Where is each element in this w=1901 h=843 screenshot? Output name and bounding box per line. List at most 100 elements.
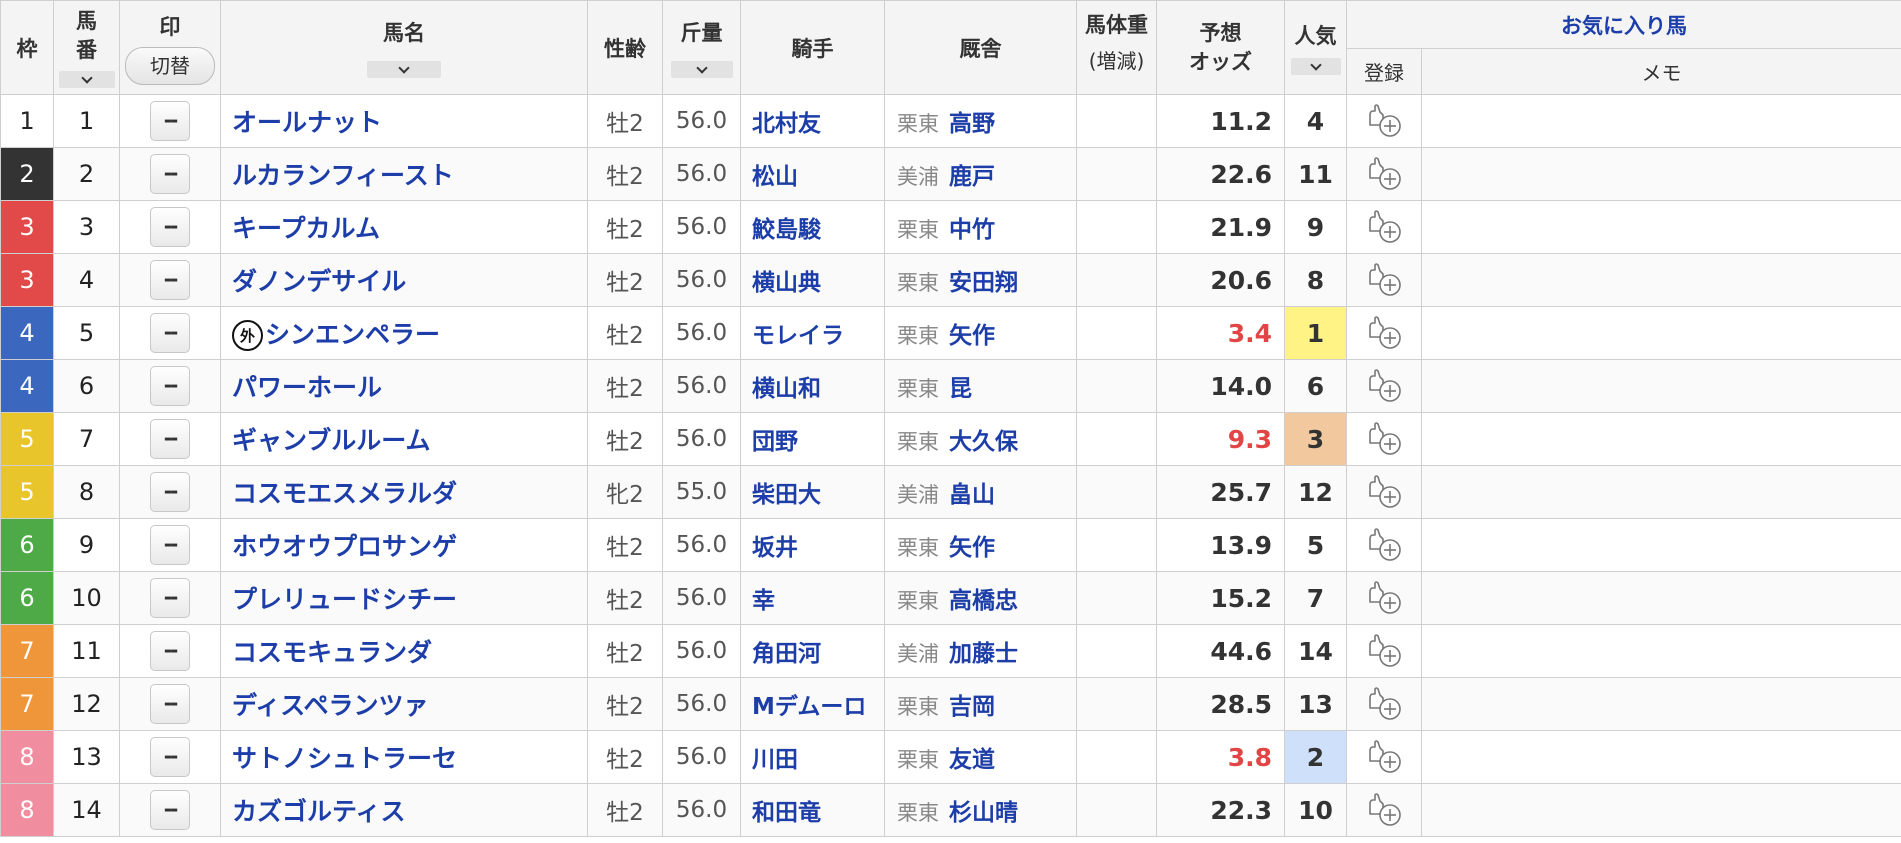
register-cell[interactable] xyxy=(1346,518,1422,572)
register-cell[interactable] xyxy=(1346,624,1422,678)
favorite-add-icon[interactable] xyxy=(1364,209,1404,245)
trainer-link[interactable]: 杉山晴 xyxy=(949,800,1018,826)
favorite-add-icon[interactable] xyxy=(1364,792,1404,828)
mark-select-button[interactable]: -- xyxy=(150,790,190,830)
trainer-link[interactable]: 高橋忠 xyxy=(949,588,1018,614)
horse-name-link[interactable]: ホウオウプロサンゲ xyxy=(232,532,457,561)
mark-select-button[interactable]: -- xyxy=(150,737,190,777)
favorite-add-icon[interactable] xyxy=(1364,103,1404,139)
trainer-link[interactable]: 畠山 xyxy=(949,482,995,508)
mark-select-button[interactable]: -- xyxy=(150,525,190,565)
jockey-link[interactable]: 鮫島駿 xyxy=(752,217,821,243)
mark-select-button[interactable]: -- xyxy=(150,101,190,141)
jockey-link[interactable]: 坂井 xyxy=(752,535,798,561)
jockey-link[interactable]: 和田竜 xyxy=(752,800,821,826)
header-favorite[interactable]: お気に入り馬 xyxy=(1346,0,1901,49)
header-weight[interactable]: 斤量 xyxy=(662,0,741,95)
horse-name-link[interactable]: カズゴルティス xyxy=(232,797,406,826)
favorite-add-icon[interactable] xyxy=(1364,739,1404,775)
trainer-link[interactable]: 大久保 xyxy=(949,429,1018,455)
jockey-link[interactable]: モレイラ xyxy=(752,323,844,349)
register-cell[interactable] xyxy=(1346,253,1422,307)
mark-select-button[interactable]: -- xyxy=(150,578,190,618)
register-cell[interactable] xyxy=(1346,147,1422,201)
jockey-link[interactable]: 柴田大 xyxy=(752,482,821,508)
horse-name-link[interactable]: キープカルム xyxy=(232,214,380,243)
horse-name-link[interactable]: シンエンペラー xyxy=(265,320,440,349)
jockey-link[interactable]: 横山和 xyxy=(752,376,821,402)
memo-cell[interactable] xyxy=(1421,94,1901,148)
header-popularity[interactable]: 人気 xyxy=(1284,0,1347,95)
mark-select-button[interactable]: -- xyxy=(150,154,190,194)
favorite-add-icon[interactable] xyxy=(1364,633,1404,669)
horse-name-link[interactable]: オールナット xyxy=(232,108,382,137)
jockey-link[interactable]: 幸 xyxy=(752,588,775,614)
trainer-link[interactable]: 中竹 xyxy=(949,217,995,243)
trainer-link[interactable]: 矢作 xyxy=(949,535,995,561)
memo-cell[interactable] xyxy=(1421,783,1901,837)
register-cell[interactable] xyxy=(1346,571,1422,625)
jockey-link[interactable]: Mデムーロ xyxy=(752,694,866,720)
mark-select-button[interactable]: -- xyxy=(150,419,190,459)
register-cell[interactable] xyxy=(1346,200,1422,254)
trainer-link[interactable]: 昆 xyxy=(949,376,972,402)
horse-name-link[interactable]: コスモエスメラルダ xyxy=(232,479,457,508)
trainer-link[interactable]: 加藤士 xyxy=(949,641,1018,667)
sort-horse-name-chevron-down-icon[interactable] xyxy=(367,61,441,78)
horse-name-link[interactable]: コスモキュランダ xyxy=(232,638,432,667)
trainer-link[interactable]: 矢作 xyxy=(949,323,995,349)
mark-select-button[interactable]: -- xyxy=(150,631,190,671)
favorite-add-icon[interactable] xyxy=(1364,527,1404,563)
horse-name-link[interactable]: ダノンデサイル xyxy=(232,267,406,296)
memo-cell[interactable] xyxy=(1421,147,1901,201)
register-cell[interactable] xyxy=(1346,730,1422,784)
favorite-add-icon[interactable] xyxy=(1364,474,1404,510)
mark-select-button[interactable]: -- xyxy=(150,260,190,300)
register-cell[interactable] xyxy=(1346,359,1422,413)
trainer-link[interactable]: 安田翔 xyxy=(949,270,1018,296)
register-cell[interactable] xyxy=(1346,677,1422,731)
mark-select-button[interactable]: -- xyxy=(150,472,190,512)
sort-weight-chevron-down-icon[interactable] xyxy=(670,61,733,78)
horse-name-link[interactable]: ルカランフィースト xyxy=(232,161,454,190)
horse-name-link[interactable]: サトノシュトラーセ xyxy=(232,744,457,773)
memo-cell[interactable] xyxy=(1421,571,1901,625)
favorite-add-icon[interactable] xyxy=(1364,686,1404,722)
trainer-link[interactable]: 高野 xyxy=(949,111,995,137)
mark-select-button[interactable]: -- xyxy=(150,313,190,353)
mark-select-button[interactable]: -- xyxy=(150,366,190,406)
memo-cell[interactable] xyxy=(1421,624,1901,678)
jockey-link[interactable]: 松山 xyxy=(752,164,798,190)
mark-select-button[interactable]: -- xyxy=(150,684,190,724)
header-horse-name[interactable]: 馬名 xyxy=(220,0,588,95)
memo-cell[interactable] xyxy=(1421,359,1901,413)
register-cell[interactable] xyxy=(1346,306,1422,360)
horse-name-link[interactable]: ギャンブルルーム xyxy=(232,426,431,455)
register-cell[interactable] xyxy=(1346,94,1422,148)
register-cell[interactable] xyxy=(1346,465,1422,519)
horse-name-link[interactable]: ディスペランツァ xyxy=(232,691,429,720)
memo-cell[interactable] xyxy=(1421,412,1901,466)
memo-cell[interactable] xyxy=(1421,677,1901,731)
memo-cell[interactable] xyxy=(1421,518,1901,572)
jockey-link[interactable]: 角田河 xyxy=(752,641,821,667)
memo-cell[interactable] xyxy=(1421,465,1901,519)
header-umaban[interactable]: 馬番 xyxy=(53,0,120,95)
favorite-add-icon[interactable] xyxy=(1364,262,1404,298)
trainer-link[interactable]: 友道 xyxy=(949,747,995,773)
jockey-link[interactable]: 団野 xyxy=(752,429,798,455)
memo-cell[interactable] xyxy=(1421,730,1901,784)
favorite-add-icon[interactable] xyxy=(1364,156,1404,192)
horse-name-link[interactable]: プレリュードシチー xyxy=(232,585,457,614)
register-cell[interactable] xyxy=(1346,412,1422,466)
trainer-link[interactable]: 鹿戸 xyxy=(949,164,995,190)
horse-name-link[interactable]: パワーホール xyxy=(232,373,382,402)
mark-select-button[interactable]: -- xyxy=(150,207,190,247)
jockey-link[interactable]: 横山典 xyxy=(752,270,821,296)
sort-umaban-chevron-down-icon[interactable] xyxy=(58,71,115,88)
favorite-add-icon[interactable] xyxy=(1364,421,1404,457)
jockey-link[interactable]: 北村友 xyxy=(752,111,821,137)
favorite-add-icon[interactable] xyxy=(1364,580,1404,616)
register-cell[interactable] xyxy=(1346,783,1422,837)
mark-switch-button[interactable]: 切替 xyxy=(125,46,215,85)
